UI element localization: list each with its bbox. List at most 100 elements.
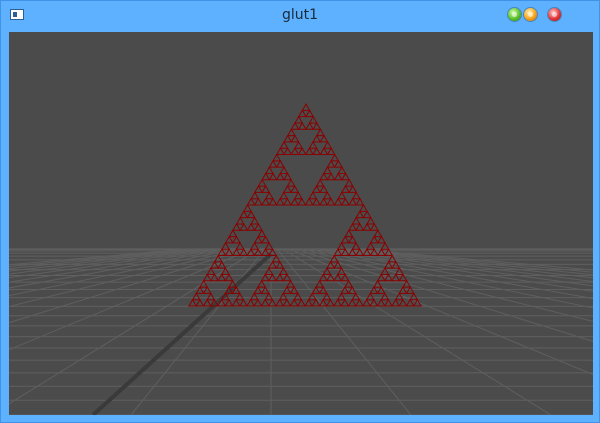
fractal-triangle xyxy=(264,166,274,174)
fractal-triangle xyxy=(282,298,292,307)
fractal-triangle xyxy=(297,121,307,130)
grid-line-v xyxy=(9,248,254,351)
fractal-triangle xyxy=(337,191,347,200)
fractal-triangle xyxy=(304,197,314,206)
fractal-triangle xyxy=(373,229,383,238)
fractal-triangle xyxy=(206,292,216,301)
fractal-triangle xyxy=(376,235,386,244)
fractal-triangle xyxy=(315,178,325,187)
fractal-triangle xyxy=(228,229,238,238)
grid-line-v xyxy=(312,248,593,300)
fractal-triangle xyxy=(253,235,263,244)
fractal-triangle xyxy=(282,197,292,206)
fractal-triangle xyxy=(278,292,288,301)
fractal-triangle xyxy=(330,153,340,162)
fractal-triangle xyxy=(366,241,376,250)
grid-line-v xyxy=(276,248,412,415)
fractal-triangle xyxy=(264,241,274,250)
fractal-triangle xyxy=(319,197,329,206)
fractal-triangle xyxy=(282,286,292,294)
fractal-triangle xyxy=(250,191,260,200)
fractal-triangle xyxy=(261,185,271,193)
fractal-triangle xyxy=(257,178,267,187)
fractal-triangle xyxy=(290,134,300,143)
fractal-triangle xyxy=(235,241,245,250)
fractal-triangle xyxy=(337,166,347,174)
fractal-triangle xyxy=(394,292,404,301)
fractal-triangle xyxy=(340,197,350,206)
fractal-triangle xyxy=(366,216,376,225)
fractal-triangle xyxy=(202,298,212,307)
fractal-triangle xyxy=(275,197,285,206)
fractal-triangle xyxy=(336,292,346,301)
fractal-triangle xyxy=(354,298,364,307)
fractal-triangle xyxy=(239,222,249,231)
fractal-triangle xyxy=(261,197,271,206)
gl-viewport[interactable] xyxy=(9,32,593,415)
app-window: glut1 xyxy=(0,0,600,423)
fractal-triangle xyxy=(253,248,263,256)
close-button[interactable] xyxy=(548,8,561,21)
fractal-triangle xyxy=(293,292,303,301)
fractal-triangle xyxy=(294,140,304,149)
fractal-triangle xyxy=(362,210,372,219)
fractal-triangle xyxy=(305,121,314,130)
fractal-triangle xyxy=(340,185,350,193)
fractal-triangle xyxy=(326,172,336,181)
fractal-triangle xyxy=(297,197,307,206)
fractal-triangle xyxy=(239,210,249,219)
fractal-triangle xyxy=(260,298,270,307)
fractal-triangle xyxy=(315,128,325,137)
fractal-triangle xyxy=(246,197,256,206)
fractal-triangle xyxy=(376,298,386,307)
fractal-triangle xyxy=(341,172,350,181)
grid-line-v xyxy=(288,248,593,376)
fractal-triangle xyxy=(191,292,201,301)
fractal-triangle xyxy=(253,185,263,193)
fractal-triangle xyxy=(286,128,296,137)
fractal-triangle xyxy=(257,229,267,238)
fractal-triangle xyxy=(242,203,252,212)
fractal-triangle xyxy=(325,298,335,307)
maximize-button[interactable] xyxy=(524,8,537,21)
fractal-triangle xyxy=(369,235,379,244)
fractal-triangle xyxy=(297,109,307,118)
fractal-triangle xyxy=(380,292,390,301)
fractal-triangle xyxy=(275,159,285,168)
fractal-triangle xyxy=(268,197,278,206)
fractal-triangle xyxy=(224,235,234,244)
fractal-triangle xyxy=(347,298,357,307)
fractal-triangle xyxy=(278,267,288,275)
fractal-triangle xyxy=(348,197,358,206)
fractal-triangle xyxy=(188,298,198,307)
fractal-triangle xyxy=(261,172,271,181)
fractal-triangle xyxy=(340,235,350,244)
fractal-triangle xyxy=(398,298,408,307)
fractal-triangle xyxy=(290,147,300,155)
minimize-button[interactable] xyxy=(508,8,521,21)
title-bar[interactable]: glut1 xyxy=(1,1,599,31)
fractal-triangle xyxy=(282,185,292,193)
fractal-triangle xyxy=(337,241,347,250)
fractal-triangle xyxy=(283,147,293,155)
fractal-triangle xyxy=(195,286,205,294)
fractal-triangle xyxy=(283,134,293,143)
fractal-triangle xyxy=(351,191,361,200)
fractal-triangle xyxy=(348,222,357,231)
fractal-triangle xyxy=(290,121,300,130)
fractal-triangle xyxy=(301,102,311,111)
fractal-triangle xyxy=(289,298,299,307)
fractal-triangle xyxy=(250,216,260,225)
fractal-triangle xyxy=(275,172,285,181)
fractal-triangle xyxy=(268,159,278,168)
fractal-triangle xyxy=(333,172,343,181)
fractal-triangle xyxy=(312,147,322,155)
fractal-triangle xyxy=(369,222,379,231)
fractal-triangle xyxy=(253,222,263,231)
fractal-triangle xyxy=(355,197,365,206)
fractal-triangle xyxy=(383,298,393,307)
fractal-triangle xyxy=(391,298,401,307)
fractal-triangle xyxy=(275,260,285,269)
fractal-triangle xyxy=(340,298,350,307)
fractal-triangle xyxy=(311,197,321,206)
